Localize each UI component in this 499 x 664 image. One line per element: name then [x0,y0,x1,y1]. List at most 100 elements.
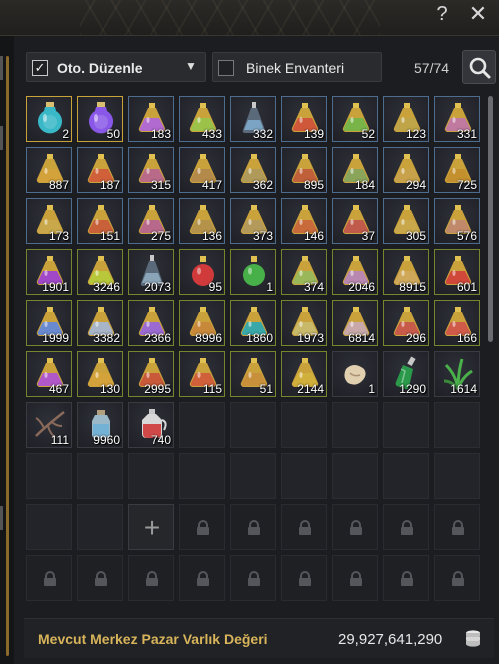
inventory-slot-item[interactable]: 2073 [128,249,174,295]
item-quantity: 1973 [297,331,324,345]
item-quantity: 2144 [297,382,324,396]
inventory-slot-item[interactable]: 173 [26,198,72,244]
inventory-slot-empty[interactable] [281,453,327,499]
mount-inventory-checkbox[interactable] [218,60,234,76]
inventory-slot-empty[interactable] [281,402,327,448]
item-quantity: 740 [150,433,171,447]
lock-icon [452,571,464,586]
inventory-slot-item[interactable]: 52 [332,96,378,142]
inventory-slot-item[interactable]: 184 [332,147,378,193]
inventory-slot-item[interactable]: 130 [77,351,123,397]
inventory-slot-item[interactable]: 374 [281,249,327,295]
item-quantity: 2 [62,127,69,141]
inventory-slot-item[interactable]: 2366 [128,300,174,346]
inventory-slot-empty[interactable] [128,453,174,499]
inventory-slot-empty[interactable] [179,453,225,499]
inventory-slot-item[interactable]: 576 [434,198,480,244]
inventory-slot-empty[interactable] [332,453,378,499]
inventory-slot-item[interactable]: 3246 [77,249,123,295]
inventory-slot-locked [332,504,378,550]
chevron-down-icon[interactable]: ▼ [185,59,197,73]
auto-arrange-checkbox[interactable]: ✓ [32,60,48,76]
inventory-slot-empty[interactable] [77,504,123,550]
inventory-slot-item[interactable]: 146 [281,198,327,244]
inventory-slot-item[interactable]: 151 [77,198,123,244]
inventory-slot-item[interactable]: 2046 [332,249,378,295]
inventory-slot-item[interactable]: 95 [179,249,225,295]
help-button[interactable]: ? [430,2,454,26]
inventory-slot-item[interactable]: 8996 [179,300,225,346]
inventory-slot-item[interactable]: 136 [179,198,225,244]
inventory-slot-item[interactable]: 183 [128,96,174,142]
inventory-slot-item[interactable]: 50 [77,96,123,142]
inventory-slot-item[interactable]: 887 [26,147,72,193]
inventory-slot-item[interactable]: 139 [281,96,327,142]
inventory-slot-item[interactable]: 895 [281,147,327,193]
inventory-slot-empty[interactable] [383,453,429,499]
inventory-slot-item[interactable]: 1290 [383,351,429,397]
search-button[interactable] [462,50,496,84]
item-quantity: 136 [201,229,222,243]
inventory-slot-item[interactable]: 1973 [281,300,327,346]
inventory-slot-item[interactable]: 111 [26,402,72,448]
inventory-slot-item[interactable]: 187 [77,147,123,193]
inventory-slot-item[interactable]: 331 [434,96,480,142]
inventory-slot-item[interactable]: 362 [230,147,276,193]
inventory-slot-empty[interactable] [434,402,480,448]
item-quantity: 123 [405,127,426,141]
inventory-slot-item[interactable]: 601 [434,249,480,295]
inventory-slot-item[interactable]: 1901 [26,249,72,295]
inventory-slot-item[interactable]: 296 [383,300,429,346]
inventory-slot-item[interactable]: 2995 [128,351,174,397]
inventory-slot-item[interactable]: 332 [230,96,276,142]
inventory-slot-item[interactable]: 51 [230,351,276,397]
close-button[interactable]: ✕ [466,2,490,26]
market-value-label: Mevcut Merkez Pazar Varlık Değeri [38,631,268,647]
inventory-slot-item[interactable]: 37 [332,198,378,244]
inventory-slot-item[interactable]: 275 [128,198,174,244]
item-quantity: 1 [266,280,273,294]
inventory-slot-item[interactable]: 315 [128,147,174,193]
inventory-slot-item[interactable]: 294 [383,147,429,193]
inventory-slot-item[interactable]: 123 [383,96,429,142]
inventory-slot-locked [77,555,123,601]
inventory-slot-item[interactable]: 467 [26,351,72,397]
inventory-slot-item[interactable]: 1 [230,249,276,295]
inventory-slot-item[interactable]: 1614 [434,351,480,397]
inventory-slot-item[interactable]: 6814 [332,300,378,346]
inventory-slot-item[interactable]: 1860 [230,300,276,346]
expand-slot-button[interactable]: + [128,504,174,550]
inventory-slot-item[interactable]: 3382 [77,300,123,346]
inventory-slot-empty[interactable] [77,453,123,499]
auto-arrange-dropdown[interactable]: ✓ Oto. Düzenle ▼ [26,52,206,82]
inventory-slot-item[interactable]: 1999 [26,300,72,346]
inventory-slot-item[interactable]: 115 [179,351,225,397]
grid-scrollbar[interactable] [488,96,493,342]
inventory-slot-item[interactable]: 417 [179,147,225,193]
inventory-slot-item[interactable]: 373 [230,198,276,244]
inventory-slot-empty[interactable] [434,453,480,499]
inventory-slot-empty[interactable] [332,402,378,448]
inventory-slot-item[interactable]: 166 [434,300,480,346]
coin-stack-icon[interactable] [464,629,482,647]
inventory-slot-empty[interactable] [26,504,72,550]
inventory-slot-item[interactable]: 9960 [77,402,123,448]
mount-inventory-toggle[interactable]: Binek Envanteri [212,52,382,82]
inventory-slot-item[interactable]: 725 [434,147,480,193]
inventory-slot-empty[interactable] [26,453,72,499]
inventory-slot-empty[interactable] [230,402,276,448]
inventory-slot-item[interactable]: 433 [179,96,225,142]
inventory-slot-empty[interactable] [383,402,429,448]
inventory-slot-item[interactable]: 2 [26,96,72,142]
inventory-slot-empty[interactable] [179,402,225,448]
inventory-slot-item[interactable]: 8915 [383,249,429,295]
inventory-slot-item[interactable]: 305 [383,198,429,244]
item-quantity: 8915 [399,280,426,294]
inventory-slot-item[interactable]: 1 [332,351,378,397]
inventory-slot-empty[interactable] [230,453,276,499]
lock-icon [248,520,260,535]
inventory-slot-item[interactable]: 740 [128,402,174,448]
inventory-slot-locked [179,504,225,550]
inventory-slot-item[interactable]: 2144 [281,351,327,397]
lock-icon [452,520,464,535]
